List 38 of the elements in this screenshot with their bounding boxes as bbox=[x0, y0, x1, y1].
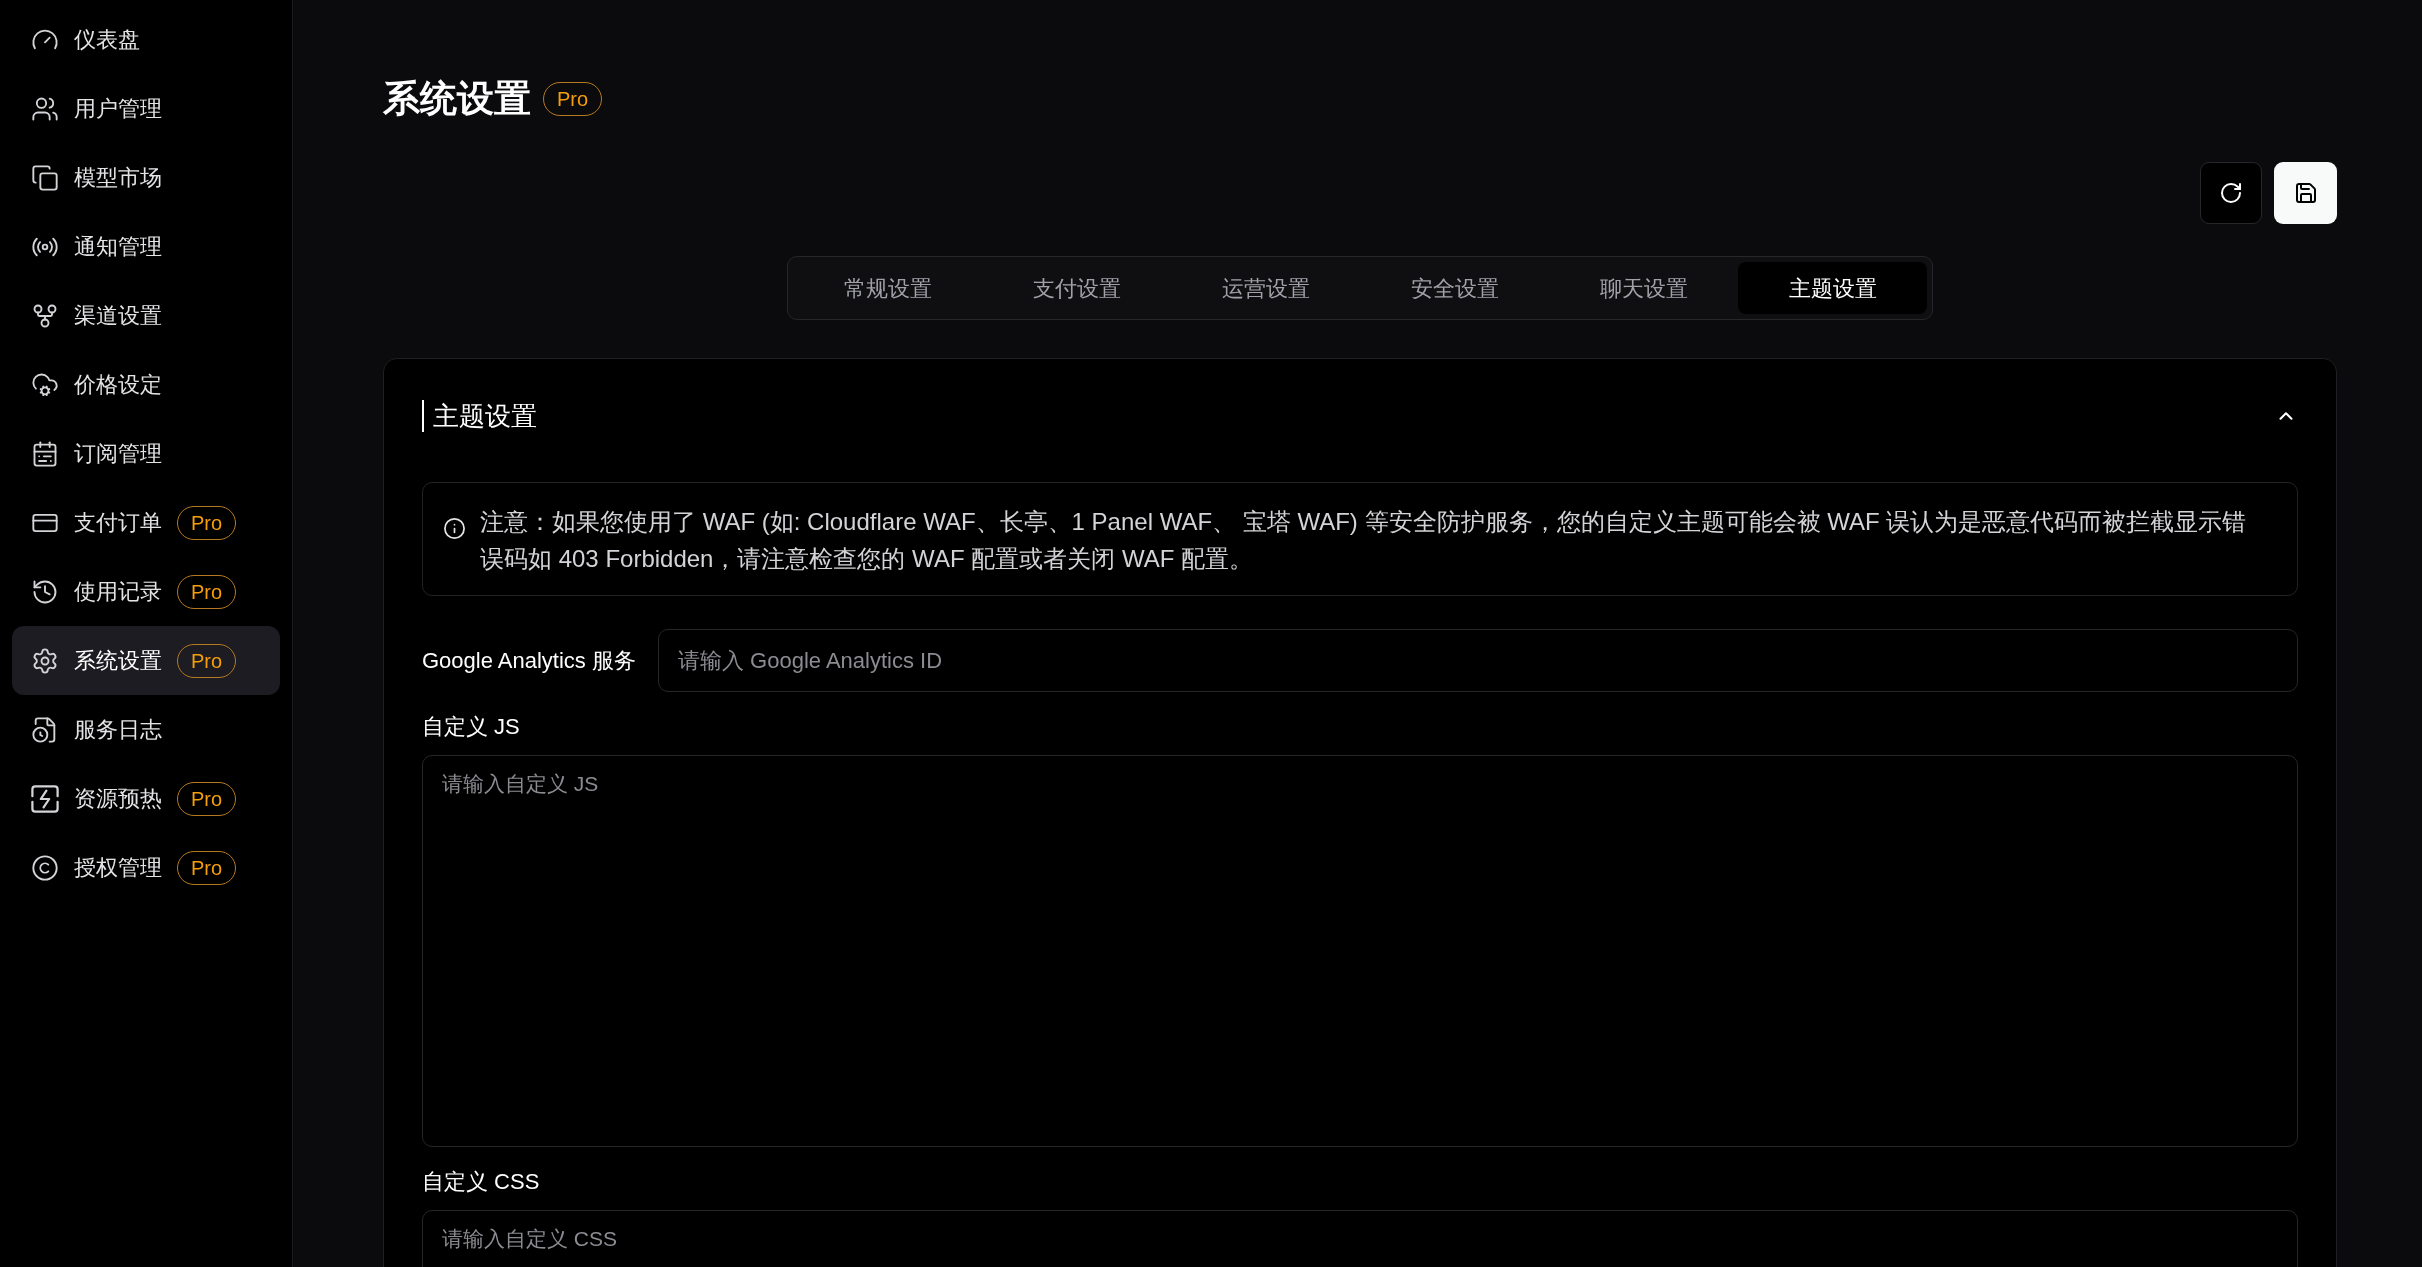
tab[interactable]: 主题设置 bbox=[1738, 262, 1927, 314]
sidebar-item[interactable]: 订阅管理 bbox=[12, 419, 280, 488]
copy-icon bbox=[31, 163, 59, 192]
field-label: Google Analytics 服务 bbox=[422, 647, 636, 675]
settings-icon bbox=[31, 646, 59, 675]
section-title: 主题设置 bbox=[422, 400, 537, 432]
tab[interactable]: 运营设置 bbox=[1171, 262, 1360, 314]
sidebar-item[interactable]: 授权管理 Pro bbox=[12, 833, 280, 902]
field-label: 自定义 CSS bbox=[422, 1168, 540, 1196]
textarea-field[interactable]: 请输入自定义 CSS bbox=[422, 1210, 2298, 1267]
sidebar-item[interactable]: 使用记录 Pro bbox=[12, 557, 280, 626]
tab[interactable]: 安全设置 bbox=[1360, 262, 1549, 314]
refresh-icon bbox=[2219, 181, 2243, 205]
copyright-icon bbox=[31, 853, 59, 882]
input-field[interactable]: 请输入 Google Analytics ID bbox=[658, 629, 2298, 692]
sidebar-item[interactable]: 服务日志 bbox=[12, 695, 280, 764]
notice-text: 注意：如果您使用了 WAF (如: Cloudflare WAF、长亭、1 Panel WAF、 宝塔 WAF) 等安全防护服务，您的自定义主题可能会被 WAF 误认为是恶意代码而被拦截显示错误码如 403 Forbidden，请注意检查您的 WAF 配置或者关闭 WAF 配置。 bbox=[480, 507, 2248, 574]
tab[interactable]: 支付设置 bbox=[982, 262, 1171, 314]
sidebar-item[interactable]: 渠道设置 bbox=[12, 281, 280, 350]
sidebar-item[interactable]: 通知管理 bbox=[12, 212, 280, 281]
sidebar-item[interactable]: 系统设置 Pro bbox=[12, 626, 280, 695]
refresh-button[interactable] bbox=[2200, 162, 2262, 224]
field-label: 自定义 JS bbox=[422, 713, 520, 741]
lightning-frame-icon bbox=[31, 784, 59, 813]
sidebar-item[interactable]: 模型市场 bbox=[12, 143, 280, 212]
sidebar-item[interactable]: 仪表盘 bbox=[12, 5, 280, 74]
tab[interactable]: 常规设置 bbox=[793, 262, 982, 314]
info-icon bbox=[443, 517, 466, 540]
calendar-icon bbox=[31, 439, 59, 468]
textarea-field[interactable]: 请输入自定义 JS bbox=[422, 755, 2298, 1147]
page-title: 系统设置 bbox=[383, 77, 531, 121]
save-icon bbox=[2293, 181, 2318, 205]
tab[interactable]: 聊天设置 bbox=[1549, 262, 1738, 314]
sidebar-item[interactable]: 用户管理 bbox=[12, 74, 280, 143]
sidebar-item[interactable]: 支付订单 Pro bbox=[12, 488, 280, 557]
sidebar-item[interactable]: 资源预热 Pro bbox=[12, 764, 280, 833]
save-button[interactable] bbox=[2274, 162, 2337, 224]
sidebar-item[interactable]: 价格设定 bbox=[12, 350, 280, 419]
